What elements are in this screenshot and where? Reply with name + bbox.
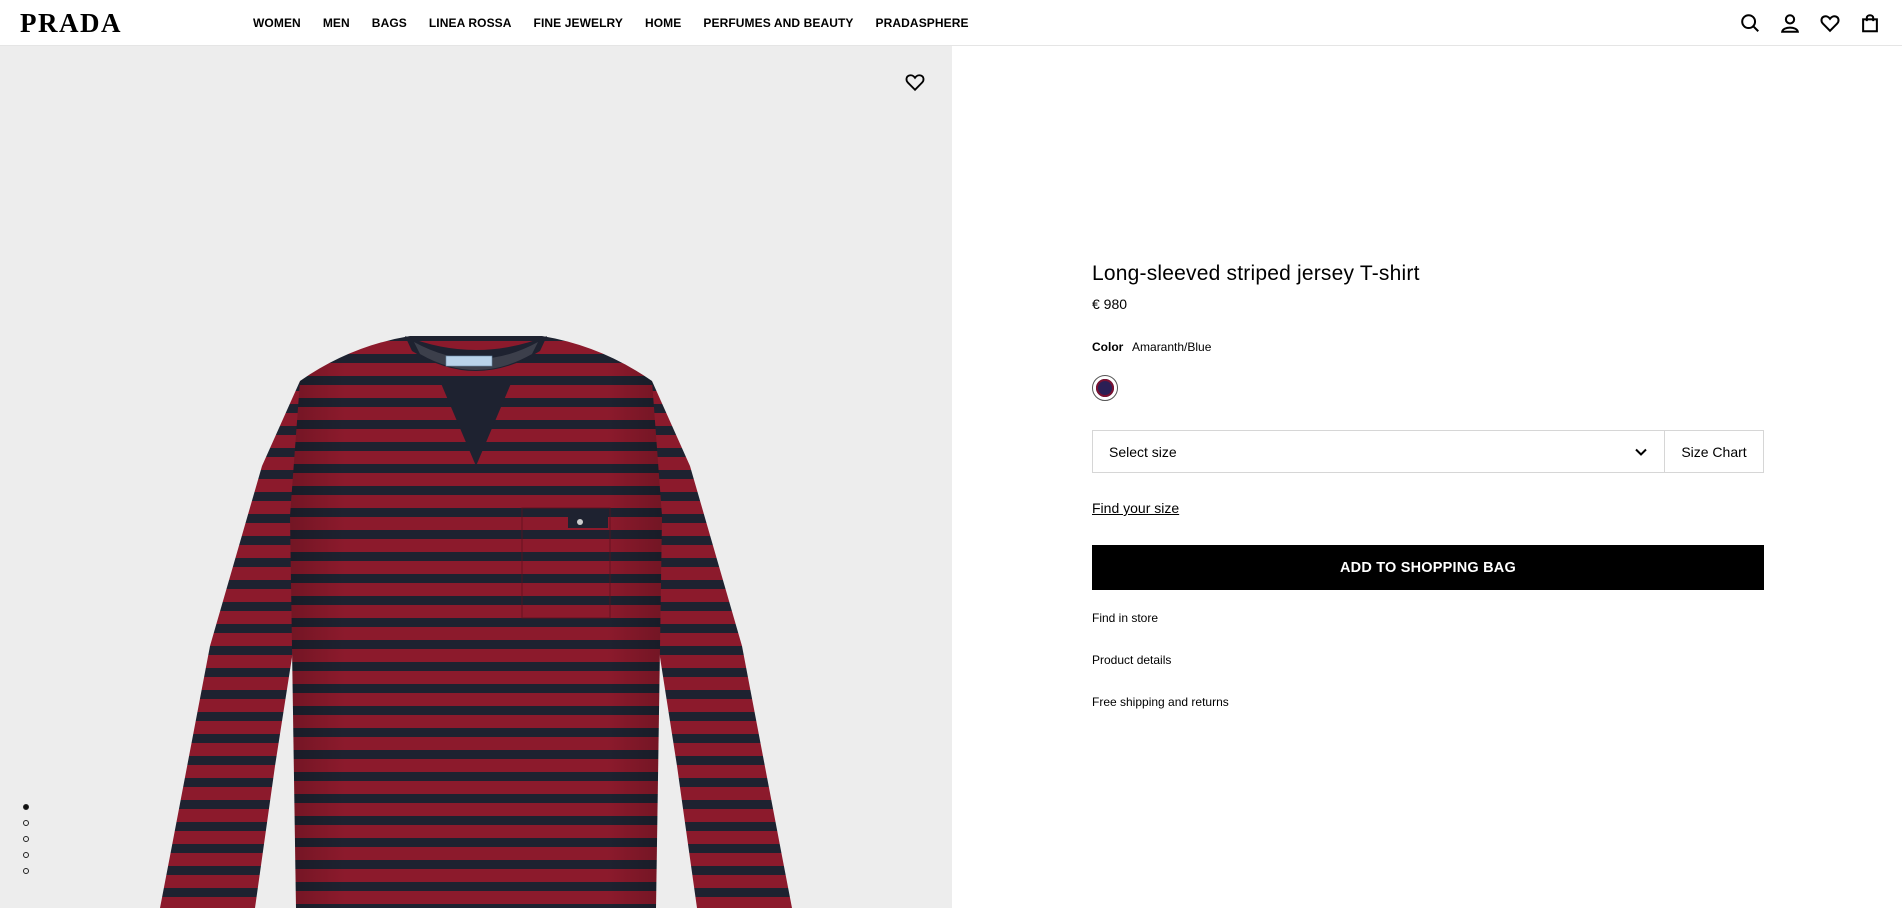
nav-item-bags[interactable]: BAGS xyxy=(372,16,407,30)
gallery-pagination xyxy=(23,804,29,884)
color-value: Amaranth/Blue xyxy=(1132,340,1212,354)
header-icons xyxy=(1722,0,1882,46)
find-in-store-link[interactable]: Find in store xyxy=(1092,611,1158,625)
chevron-down-icon xyxy=(1635,448,1647,456)
nav-item-home[interactable]: HOME xyxy=(645,16,681,30)
color-label: Color xyxy=(1092,340,1124,354)
add-to-wishlist-icon[interactable] xyxy=(903,70,927,94)
nav-item-fine-jewelry[interactable]: FINE JEWELRY xyxy=(534,16,623,30)
nav-item-perfumes-beauty[interactable]: PERFUMES AND BEAUTY xyxy=(703,16,853,30)
size-select[interactable]: Select size xyxy=(1092,430,1665,473)
gallery-dot-1[interactable] xyxy=(23,804,29,810)
gallery-dot-5[interactable] xyxy=(23,868,29,874)
nav-item-linea-rossa[interactable]: LINEA ROSSA xyxy=(429,16,512,30)
site-header: PRADA WOMEN MEN BAGS LINEA ROSSA FINE JE… xyxy=(0,0,1902,46)
nav-item-men[interactable]: MEN xyxy=(323,16,350,30)
product-image[interactable] xyxy=(0,46,952,908)
wishlist-icon[interactable] xyxy=(1818,11,1842,35)
color-row: Color Amaranth/Blue xyxy=(1092,340,1211,354)
product-title: Long-sleeved striped jersey T-shirt xyxy=(1092,262,1420,285)
nav-item-pradasphere[interactable]: PRADASPHERE xyxy=(876,16,969,30)
find-your-size-link[interactable]: Find your size xyxy=(1092,500,1179,516)
account-icon[interactable] xyxy=(1778,11,1802,35)
gallery-dot-4[interactable] xyxy=(23,852,29,858)
swatch-fill xyxy=(1096,379,1114,397)
size-chart-button[interactable]: Size Chart xyxy=(1664,430,1764,473)
search-icon[interactable] xyxy=(1738,11,1762,35)
size-select-placeholder: Select size xyxy=(1109,443,1177,460)
product-details-link[interactable]: Product details xyxy=(1092,653,1171,667)
product-price: € 980 xyxy=(1092,296,1128,312)
gallery-dot-2[interactable] xyxy=(23,820,29,826)
free-shipping-returns-link[interactable]: Free shipping and returns xyxy=(1092,695,1229,709)
product-image-panel xyxy=(0,46,952,908)
main-nav: WOMEN MEN BAGS LINEA ROSSA FINE JEWELRY … xyxy=(253,0,991,46)
shopping-bag-icon[interactable] xyxy=(1858,11,1882,35)
nav-item-women[interactable]: WOMEN xyxy=(253,16,301,30)
add-to-shopping-bag-button[interactable]: ADD TO SHOPPING BAG xyxy=(1092,545,1764,590)
prada-logo[interactable]: PRADA xyxy=(20,10,122,37)
gallery-dot-3[interactable] xyxy=(23,836,29,842)
color-swatch-amaranth-blue[interactable] xyxy=(1092,375,1118,401)
